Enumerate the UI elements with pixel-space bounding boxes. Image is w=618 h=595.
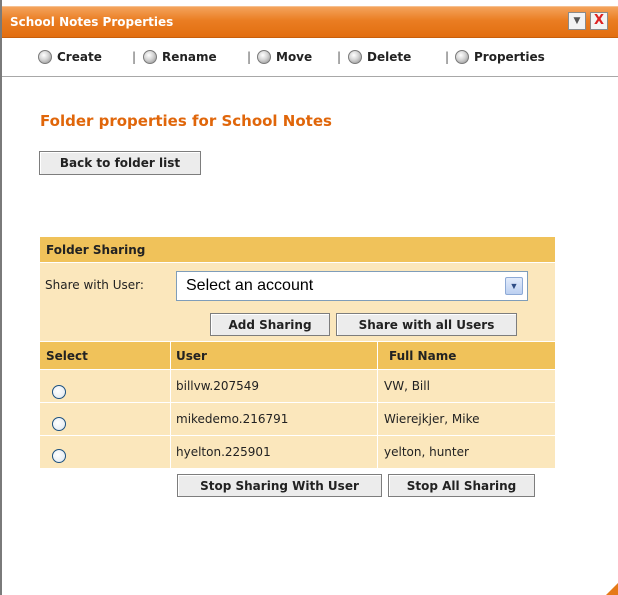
radio-icon [143,50,157,64]
separator: | [445,50,450,64]
account-select-value: Select an account [186,277,314,294]
account-select[interactable]: Select an account ▼ [176,271,528,301]
user-cell: hyelton.225901 [176,445,271,459]
close-button[interactable]: X [590,12,608,30]
separator: | [132,50,137,64]
column-header-user: User [171,342,377,369]
toolbar: Create | Rename | Move | Delete | Proper… [2,38,618,77]
separator: | [247,50,252,64]
properties-tool[interactable]: Properties [455,50,545,64]
share-with-user-label: Share with User: [45,278,144,292]
resize-handle-icon[interactable] [606,583,618,595]
rename-tool[interactable]: Rename [143,50,217,64]
title-bar[interactable]: School Notes Properties ▼ X [2,6,618,38]
column-header-select: Select [40,342,170,369]
window-title: School Notes Properties [10,15,174,29]
stop-all-sharing-button[interactable]: Stop All Sharing [388,474,535,497]
row-select-radio[interactable] [52,449,66,463]
column-header-full-name: Full Name [378,342,555,369]
create-label: Create [57,50,102,64]
minimize-button[interactable]: ▼ [568,12,586,30]
properties-label: Properties [474,50,545,64]
properties-window: School Notes Properties ▼ X Create | Ren… [0,0,618,595]
move-tool[interactable]: Move [257,50,312,64]
radio-icon [38,50,52,64]
add-sharing-button[interactable]: Add Sharing [210,313,330,336]
rename-label: Rename [162,50,217,64]
separator: | [337,50,342,64]
folder-sharing-header: Folder Sharing [40,237,555,262]
back-to-folder-list-button[interactable]: Back to folder list [39,151,201,175]
create-tool[interactable]: Create [38,50,102,64]
delete-tool[interactable]: Delete [348,50,411,64]
full-name-cell: VW, Bill [384,379,430,393]
row-select-radio[interactable] [52,417,66,431]
chevron-down-icon[interactable]: ▼ [505,277,523,295]
full-name-cell: yelton, hunter [384,445,469,459]
delete-label: Delete [367,50,412,64]
radio-icon [348,50,362,64]
share-with-all-users-button[interactable]: Share with all Users [336,313,517,336]
user-cell: billvw.207549 [176,379,260,393]
radio-icon [455,50,469,64]
radio-icon [257,50,271,64]
user-cell: mikedemo.216791 [176,412,289,426]
move-label: Move [276,50,313,64]
full-name-cell: Wierejkjer, Mike [384,412,480,426]
page-title: Folder properties for School Notes [40,112,332,130]
stop-sharing-with-user-button[interactable]: Stop Sharing With User [177,474,382,497]
row-select-radio[interactable] [52,385,66,399]
